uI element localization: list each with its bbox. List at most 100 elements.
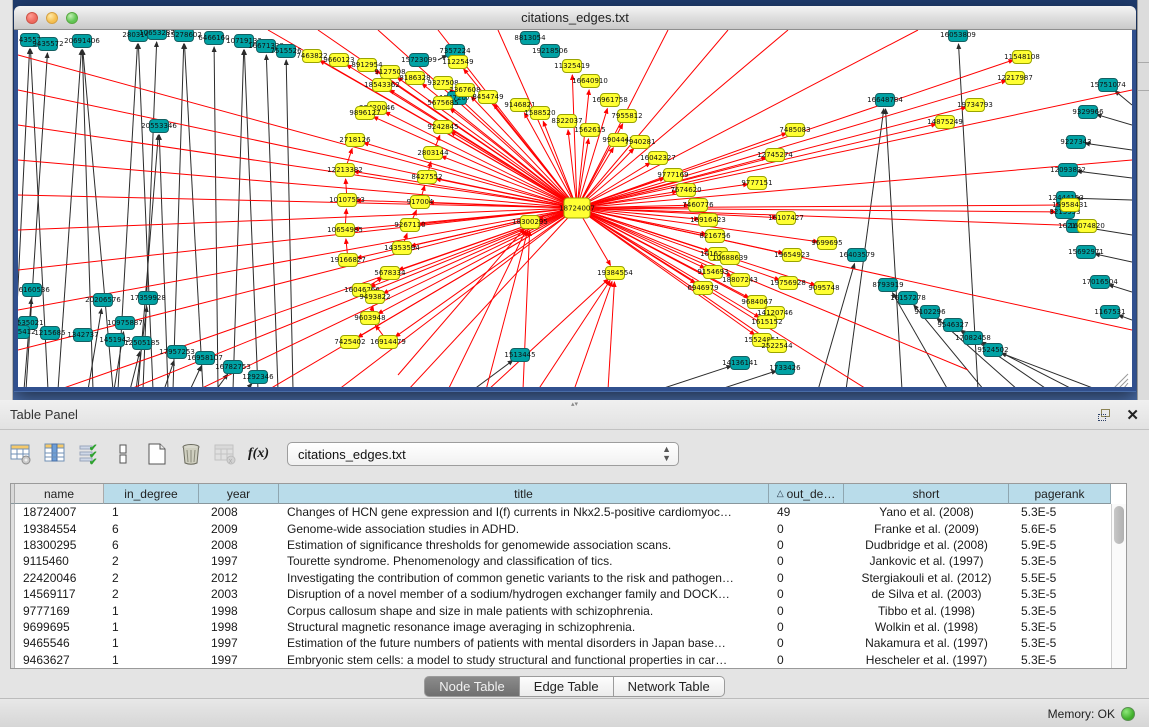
graph-node[interactable]: 5678334	[380, 266, 400, 280]
graph-node[interactable]: 10653287	[147, 30, 167, 40]
graph-node[interactable]: 1588520	[530, 106, 550, 120]
tab-edge-table[interactable]: Edge Table	[520, 676, 614, 697]
graph-node[interactable]: 26160536	[22, 283, 42, 297]
graph-node[interactable]: 15751074	[1098, 78, 1118, 92]
graph-node[interactable]: 1562615	[580, 123, 600, 137]
graph-node[interactable]: 16074820	[1077, 219, 1097, 233]
table-row[interactable]: 1872400712008Changes of HCN gene express…	[11, 504, 1111, 520]
function-builder-icon[interactable]: f(x)	[248, 446, 269, 462]
graph-node[interactable]: 9267110	[400, 218, 420, 232]
graph-node[interactable]: 19756928	[778, 276, 798, 290]
graph-node[interactable]: 9127508	[380, 65, 400, 79]
graph-node[interactable]: 9435572	[38, 37, 58, 51]
graph-node[interactable]: 17957253	[167, 345, 187, 359]
graph-node[interactable]: 2718126	[345, 133, 365, 147]
graph-node[interactable]: 12093832	[1058, 163, 1078, 177]
tab-network-table[interactable]: Network Table	[614, 676, 725, 697]
graph-node[interactable]: 19166827	[338, 253, 358, 267]
graph-node[interactable]: 18543362	[372, 78, 392, 92]
column-header-name[interactable]: name	[15, 484, 104, 504]
graph-node[interactable]: 7515526	[276, 44, 296, 58]
select-all-check-icon[interactable]: ✔✔✔	[76, 441, 102, 467]
column-header-year[interactable]: year	[199, 484, 279, 504]
graph-node[interactable]: 10688639	[720, 251, 740, 265]
graph-node[interactable]: 1733426	[775, 361, 795, 375]
graph-node[interactable]: 6466160	[204, 31, 224, 45]
graph-node[interactable]: 2803144	[423, 146, 443, 160]
graph-node[interactable]: 9777169	[663, 168, 683, 182]
graph-node[interactable]: 1215685	[40, 326, 60, 340]
graph-node[interactable]: 9699695	[817, 236, 837, 250]
graph-node[interactable]: 16961758	[600, 93, 620, 107]
graph-node[interactable]: 8793919	[878, 278, 898, 292]
graph-node[interactable]: 19734793	[965, 98, 985, 112]
graph-node[interactable]: 1513445	[510, 348, 530, 362]
graph-node[interactable]: 11548108	[1012, 50, 1032, 64]
graph-node[interactable]: 8813054	[520, 31, 540, 45]
graph-node[interactable]: 9227343	[1066, 135, 1086, 149]
graph-node[interactable]: 10975887	[115, 316, 135, 330]
graph-node[interactable]: 917004	[410, 195, 430, 209]
graph-node[interactable]: 14353594	[392, 241, 412, 255]
graph-node[interactable]: 18724007	[564, 198, 591, 219]
table-row[interactable]: 1938455462009Genome-wide association stu…	[11, 520, 1111, 536]
table-select-combobox[interactable]: citations_edges.txt ▲▼	[287, 442, 679, 466]
graph-node[interactable]: 7940281	[630, 135, 650, 149]
network-graph-canvas[interactable]: 2435572943557220691406280314110653287152…	[18, 30, 1132, 387]
graph-node[interactable]: 12213382	[335, 163, 355, 177]
graph-node[interactable]: 9095748	[814, 281, 834, 295]
graph-node[interactable]: 16107427	[776, 211, 796, 225]
graph-node[interactable]: 10654985	[335, 223, 355, 237]
graph-node[interactable]: 1167531	[1100, 305, 1120, 319]
graph-node[interactable]: 15723099	[409, 53, 429, 67]
column-narrow-icon[interactable]	[110, 441, 136, 467]
graph-node[interactable]: 11325419	[562, 59, 582, 73]
graph-node[interactable]: 9102296	[920, 305, 940, 319]
graph-node[interactable]: 19218506	[540, 44, 560, 58]
graph-node[interactable]: 16053809	[948, 30, 968, 42]
table-scrollbar[interactable]	[1111, 504, 1126, 668]
graph-node[interactable]: 12505185	[132, 336, 152, 350]
graph-node[interactable]: 9603948	[360, 311, 380, 325]
graph-node[interactable]: 5675685	[433, 96, 453, 110]
float-panel-icon[interactable]	[1098, 409, 1112, 422]
graph-node[interactable]: 7425402	[340, 335, 360, 349]
graph-node[interactable]: 8216756	[705, 229, 725, 243]
graph-node[interactable]: 16640910	[580, 74, 600, 88]
new-table-icon[interactable]	[144, 441, 170, 467]
table-row[interactable]: 977716911998Corpus callosum shape and si…	[11, 602, 1111, 618]
scrollbar-thumb[interactable]	[1114, 506, 1124, 544]
graph-node[interactable]: 9660123	[329, 53, 349, 67]
table-row[interactable]: 1830029562008Estimation of significance …	[11, 537, 1111, 553]
column-header-title[interactable]: title	[279, 484, 769, 504]
graph-node[interactable]: 16958107	[195, 351, 215, 365]
graph-node[interactable]: 17016504	[1090, 275, 1110, 289]
tab-node-table[interactable]: Node Table	[424, 676, 520, 697]
graph-node[interactable]: 15958431	[1060, 198, 1080, 212]
graph-node[interactable]: 2522544	[767, 339, 787, 353]
graph-node[interactable]: 17359928	[138, 291, 158, 305]
delete-trash-icon[interactable]	[178, 441, 204, 467]
graph-node[interactable]: 16403579	[847, 248, 867, 262]
select-column-icon[interactable]	[42, 441, 68, 467]
table-row[interactable]: 969969511998Structural magnetic resonanc…	[11, 619, 1111, 635]
table-row[interactable]: 1456911722003Disruption of a novel membe…	[11, 586, 1111, 602]
graph-node[interactable]: 6946979	[693, 281, 713, 295]
graph-node[interactable]: 20691406	[72, 34, 92, 48]
table-row[interactable]: 946554611997Estimation of the future num…	[11, 635, 1111, 651]
network-window[interactable]: citations_edges.txt 24355729435572206914…	[14, 6, 1136, 392]
graph-node[interactable]: 15692971	[1076, 245, 1096, 259]
graph-node[interactable]: 12217987	[1005, 71, 1025, 85]
graph-node[interactable]: 8454749	[478, 90, 498, 104]
table-settings-icon[interactable]	[8, 441, 34, 467]
graph-node[interactable]: 7460776	[688, 198, 708, 212]
graph-node[interactable]: 19654923	[782, 248, 802, 262]
graph-node[interactable]: 16648784	[875, 93, 895, 107]
graph-node[interactable]: 17082458	[963, 331, 983, 345]
graph-node[interactable]: 1615152	[757, 315, 777, 329]
graph-node[interactable]: 9777151	[747, 176, 767, 190]
graph-node[interactable]: 20206576	[93, 293, 113, 307]
graph-node[interactable]: 8427552	[417, 170, 437, 184]
graph-node[interactable]: 7485083	[785, 123, 805, 137]
panel-splitter-handle[interactable]: ▴▾	[568, 401, 582, 408]
